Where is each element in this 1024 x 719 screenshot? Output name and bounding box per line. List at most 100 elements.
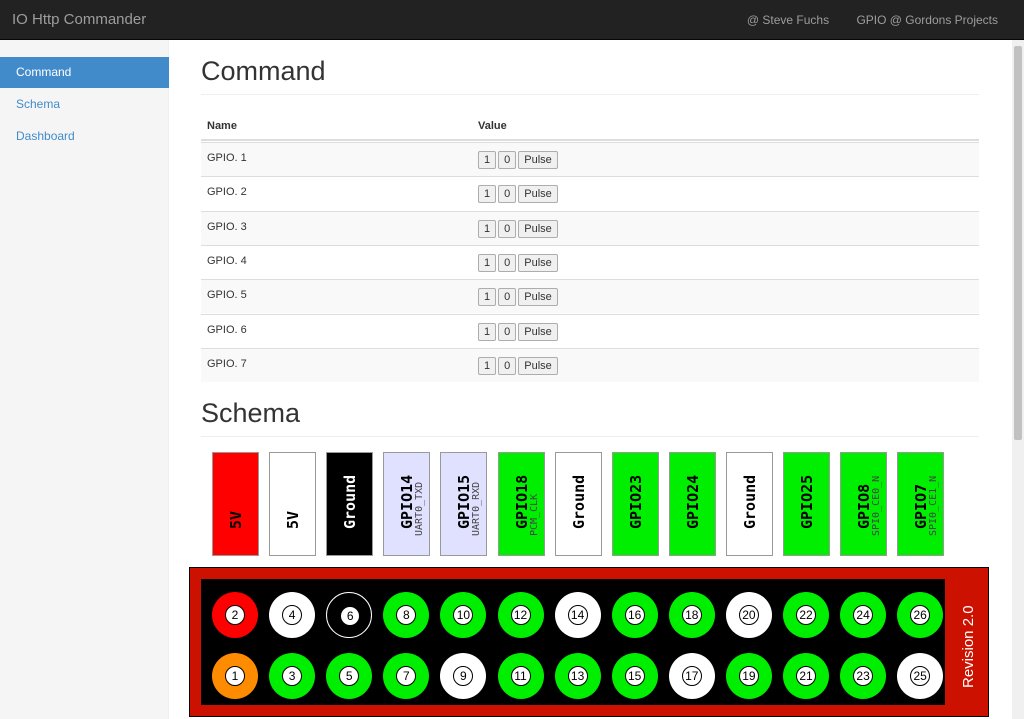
set-high-button[interactable]: 1 <box>478 322 497 341</box>
gpio-pin[interactable]: 16 <box>611 592 658 638</box>
gpio-pin[interactable]: 4 <box>269 592 316 638</box>
scrollbar-thumb[interactable] <box>1014 46 1022 440</box>
gpio-pin[interactable]: 1 <box>212 653 258 699</box>
gpio-pin[interactable]: 22 <box>783 592 829 638</box>
gpio-pin[interactable]: 9 <box>440 653 487 699</box>
gpio-name: GPIO. 5 <box>207 289 247 302</box>
page-title-command: Command <box>201 56 326 86</box>
pin-number: 10 <box>453 605 474 625</box>
gpio-name: GPIO. 6 <box>207 323 247 336</box>
divider <box>201 436 979 437</box>
pulse-button[interactable]: Pulse <box>518 288 558 307</box>
revision-label: Revision 2.0 <box>960 605 977 688</box>
set-high-button[interactable]: 1 <box>478 253 497 272</box>
pin-number: 26 <box>910 605 931 625</box>
set-low-button[interactable]: 0 <box>498 219 517 238</box>
gpio-pin[interactable]: 10 <box>440 592 487 638</box>
pin-label: GPIO24 <box>668 452 716 556</box>
pin-number: 4 <box>282 605 303 625</box>
pin-number: 9 <box>453 666 474 686</box>
scrollbar[interactable] <box>1012 40 1024 719</box>
pin-label: GPIO18 PCM_CLK <box>497 452 545 556</box>
gpio-pin[interactable]: 26 <box>897 592 944 638</box>
set-high-button[interactable]: 1 <box>478 185 497 204</box>
set-low-button[interactable]: 0 <box>498 253 517 272</box>
brand[interactable]: IO Http Commander <box>12 11 146 28</box>
gpio-name: GPIO. 4 <box>207 254 247 267</box>
set-low-button[interactable]: 0 <box>498 322 517 341</box>
gpio-pin[interactable]: 19 <box>725 653 772 699</box>
gpio-controls: 1 0 Pulse <box>478 322 560 341</box>
table-row: GPIO. 1 1 0 Pulse <box>201 142 979 176</box>
pin-label-function: PCM_CLK <box>528 493 540 536</box>
gpio-controls: 1 0 Pulse <box>478 151 560 169</box>
set-low-button[interactable]: 0 <box>498 288 517 307</box>
divider <box>201 94 979 95</box>
gpio-pin[interactable]: 20 <box>725 592 772 638</box>
gpio-pin[interactable]: 3 <box>269 653 316 699</box>
sidebar-item-schema[interactable]: Schema <box>0 89 169 120</box>
nav-link-author[interactable]: @ Steve Fuchs <box>747 13 829 27</box>
set-high-button[interactable]: 1 <box>478 151 497 169</box>
gpio-pin[interactable]: 18 <box>668 592 715 638</box>
gpio-pin[interactable]: 6 <box>326 592 373 638</box>
gpio-pin[interactable]: 5 <box>326 653 373 699</box>
gpio-pin[interactable]: 7 <box>383 653 430 699</box>
pin-number: 2 <box>225 605 245 625</box>
gpio-pin[interactable]: 17 <box>668 653 715 699</box>
pin-number: 1 <box>225 666 245 686</box>
gpio-pin[interactable]: 8 <box>383 592 430 638</box>
set-high-button[interactable]: 1 <box>478 288 497 307</box>
pulse-button[interactable]: Pulse <box>518 253 558 272</box>
pin-label-name: 5V <box>284 510 303 529</box>
pin-number: 17 <box>681 666 702 686</box>
pin-number: 18 <box>681 605 702 625</box>
gpio-pin[interactable]: 25 <box>897 653 944 699</box>
gpio-controls: 1 0 Pulse <box>478 185 560 204</box>
sidebar-item-dashboard[interactable]: Dashboard <box>0 121 169 152</box>
pin-label-function: UART0_TXD <box>414 481 426 536</box>
set-low-button[interactable]: 0 <box>498 151 517 169</box>
pin-number: 7 <box>396 666 417 686</box>
gpio-pin[interactable]: 23 <box>840 653 887 699</box>
navbar: IO Http Commander @ Steve Fuchs GPIO @ G… <box>0 0 1024 40</box>
pin-label-name: Ground <box>341 474 360 529</box>
set-low-button[interactable]: 0 <box>498 356 517 375</box>
pin-number: 8 <box>396 605 417 625</box>
column-header-name: Name <box>207 120 237 132</box>
gpio-controls: 1 0 Pulse <box>478 288 560 307</box>
gpio-pin[interactable]: 14 <box>554 592 601 638</box>
pin-number: 11 <box>510 666 531 686</box>
pulse-button[interactable]: Pulse <box>518 151 558 169</box>
pulse-button[interactable]: Pulse <box>518 322 558 341</box>
column-header-value: Value <box>478 120 507 132</box>
pin-number: 12 <box>510 605 531 625</box>
gpio-name: GPIO. 3 <box>207 220 247 233</box>
gpio-pin[interactable]: 2 <box>212 592 258 638</box>
pin-number: 13 <box>567 666 588 686</box>
table-row: GPIO. 4 1 0 Pulse <box>201 244 979 279</box>
gpio-pin[interactable]: 13 <box>554 653 601 699</box>
pulse-button[interactable]: Pulse <box>518 185 558 204</box>
pulse-button[interactable]: Pulse <box>518 219 558 238</box>
pin-label: 5V <box>269 452 317 556</box>
pin-label-function: SPI0_CE0_N <box>871 475 883 536</box>
gpio-pin[interactable]: 11 <box>497 653 544 699</box>
sidebar-item-command[interactable]: Command <box>0 57 169 88</box>
gpio-pin[interactable]: 15 <box>611 653 658 699</box>
pin-label: Ground <box>326 452 374 556</box>
pin-label-name: GPIO23 <box>626 474 645 529</box>
nav-link-gpio[interactable]: GPIO @ Gordons Projects <box>856 13 998 27</box>
pin-number: 5 <box>339 666 360 686</box>
pulse-button[interactable]: Pulse <box>518 356 558 375</box>
set-low-button[interactable]: 0 <box>498 185 517 204</box>
pin-label: GPIO14 UART0_TXD <box>383 452 431 556</box>
set-high-button[interactable]: 1 <box>478 219 497 238</box>
gpio-pin[interactable]: 12 <box>497 592 544 638</box>
section-title-schema: Schema <box>201 398 301 428</box>
table-header: Name Value <box>201 113 979 141</box>
gpio-pin[interactable]: 21 <box>783 653 829 699</box>
set-high-button[interactable]: 1 <box>478 356 497 375</box>
gpio-pin[interactable]: 24 <box>840 592 887 638</box>
gpio-name: GPIO. 1 <box>207 152 247 164</box>
